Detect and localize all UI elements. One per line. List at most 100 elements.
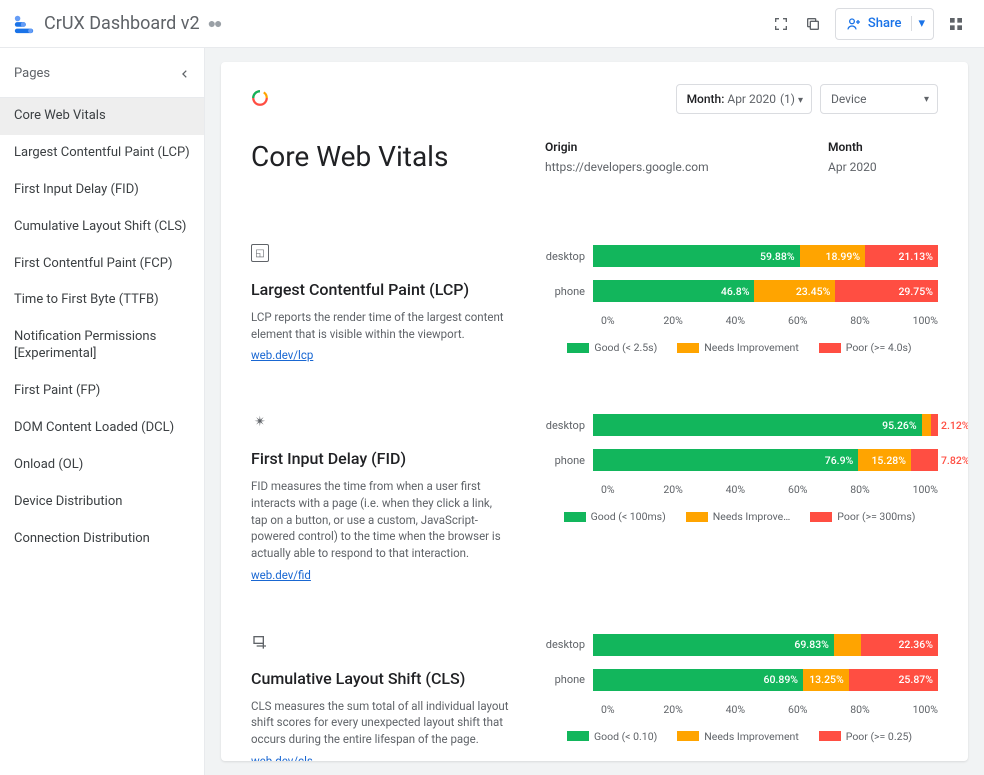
axis-tick: 20% [663, 703, 725, 716]
axis-tick: 80% [850, 314, 912, 327]
legend-item: Poor (>= 300ms) [810, 510, 915, 523]
metric-section-lcp: ◱Largest Contentful Paint (LCP)LCP repor… [251, 244, 938, 363]
stacked-bar-chart: desktop59.88%18.99%21.13%phone46.8%23.45… [541, 244, 938, 354]
axis-tick: 60% [788, 703, 850, 716]
metric-title: Cumulative Layout Shift (CLS) [251, 669, 511, 688]
legend-item: Poor (>= 0.25) [819, 730, 912, 743]
sidebar-item[interactable]: Onload (OL) [0, 447, 204, 484]
legend-swatch-icon [810, 512, 832, 522]
apps-grid-button[interactable] [940, 8, 972, 40]
device-filter-label: Device [831, 92, 867, 106]
x-axis: 0%20%40%60%80%100% [601, 483, 938, 496]
bar-category-label: phone [541, 454, 593, 467]
legend-label: Good (< 0.10) [594, 730, 657, 743]
legend-swatch-icon [567, 343, 589, 353]
bar-segment-ni: 15.28% [858, 449, 911, 471]
chart-legend: Good (< 2.5s) Needs Improvement Poor (>= 4… [541, 341, 938, 354]
sidebar-item[interactable]: First Paint (FP) [0, 373, 204, 410]
metric-section-fid: ✴First Input Delay (FID)FID measures the… [251, 413, 938, 582]
collapse-sidebar-button[interactable] [180, 64, 190, 83]
chart-legend: Good (< 100ms) Needs Improve… Poor (>= 300… [541, 510, 938, 523]
stacked-bar-chart: desktop95.26%2.12%phone76.9%15.28%7.82%0… [541, 413, 938, 523]
cls-icon [251, 633, 269, 651]
sidebar: Pages Core Web VitalsLargest Contentful … [0, 48, 205, 775]
metric-link[interactable]: web.dev/lcp [251, 348, 313, 362]
legend-swatch-icon [819, 731, 841, 741]
app-title: CrUX Dashboard v2 [44, 13, 200, 34]
legend-label: Needs Improvement [704, 341, 799, 354]
bar-segment-poor: 21.13% [865, 245, 938, 267]
sidebar-nav: Core Web VitalsLargest Contentful Paint … [0, 98, 204, 558]
bar-track: 60.89%13.25%25.87% [593, 669, 938, 691]
bar-segment-good: 95.26% [593, 414, 922, 436]
bar-category-label: phone [541, 673, 593, 686]
bar-segment-poor: 29.75% [835, 280, 938, 302]
axis-tick: 100% [913, 703, 938, 716]
sidebar-item[interactable]: Connection Distribution [0, 521, 204, 558]
origin-value: https://developers.google.com [545, 160, 778, 174]
metric-desc: FID measures the time from when a user f… [251, 478, 511, 561]
bar-segment-good: 59.88% [593, 245, 800, 267]
sidebar-item[interactable]: DOM Content Loaded (DCL) [0, 410, 204, 447]
copy-button[interactable] [797, 8, 829, 40]
more-people-icon: ●● [208, 15, 221, 32]
bar-category-label: desktop [541, 250, 593, 263]
axis-tick: 100% [913, 314, 938, 327]
sidebar-item[interactable]: First Contentful Paint (FCP) [0, 246, 204, 283]
bar-segment-good: 46.8% [593, 280, 754, 302]
axis-tick: 0% [601, 703, 663, 716]
bar-segment-ni: 13.25% [803, 669, 849, 691]
metric-desc: CLS measures the sum total of all indivi… [251, 698, 511, 748]
bar-segment-good: 69.83% [593, 634, 834, 656]
legend-item: Good (< 100ms) [564, 510, 666, 523]
dropdown-arrow-icon: ▾ [924, 94, 929, 105]
bar-segment-ni: 18.99% [800, 245, 866, 267]
bar-category-label: desktop [541, 638, 593, 651]
legend-item: Good (< 2.5s) [567, 341, 657, 354]
bar-category-label: desktop [541, 419, 593, 432]
bar-segment-poor: 22.36% [861, 634, 938, 656]
page-title: Core Web Vitals [251, 140, 521, 174]
bar-segment-ni: 23.45% [754, 280, 835, 302]
month-label: Month [828, 140, 938, 154]
metric-title: Largest Contentful Paint (LCP) [251, 280, 511, 299]
legend-swatch-icon [567, 731, 589, 741]
sidebar-item[interactable]: Notification Permissions [Experimental] [0, 319, 204, 373]
legend-label: Poor (>= 4.0s) [846, 341, 912, 354]
axis-tick: 100% [913, 483, 938, 496]
month-filter-value: Apr 2020 [727, 92, 776, 106]
bar-segment-ni [922, 414, 931, 436]
sidebar-item[interactable]: Time to First Byte (TTFB) [0, 282, 204, 319]
crux-logo-icon [251, 89, 271, 109]
metric-link[interactable]: web.dev/cls [251, 754, 313, 761]
bar-segment-poor: 2.12% [931, 414, 938, 436]
bar-segment-good: 60.89% [593, 669, 803, 691]
sidebar-item[interactable]: Largest Contentful Paint (LCP) [0, 135, 204, 172]
sidebar-item[interactable]: Cumulative Layout Shift (CLS) [0, 209, 204, 246]
sidebar-item[interactable]: First Input Delay (FID) [0, 172, 204, 209]
device-filter[interactable]: Device ▾ [820, 84, 938, 114]
sidebar-item[interactable]: Device Distribution [0, 484, 204, 521]
share-dropdown-arrow[interactable]: ▾ [911, 16, 925, 31]
legend-label: Needs Improve… [713, 510, 791, 523]
bar-track: 69.83%7.8122.36% [593, 634, 938, 656]
stacked-bar-chart: desktop69.83%7.8122.36% phone60.89%13.25%… [541, 633, 938, 743]
fullscreen-button[interactable] [765, 8, 797, 40]
axis-tick: 40% [726, 703, 788, 716]
bar-segment-poor: 25.87% [849, 669, 938, 691]
share-button[interactable]: Share ▾ [835, 8, 934, 40]
legend-item: Poor (>= 4.0s) [819, 341, 912, 354]
metric-link[interactable]: web.dev/fid [251, 568, 311, 582]
bar-segment-good: 76.9% [593, 449, 858, 471]
metric-desc: LCP reports the render time of the large… [251, 309, 511, 342]
sidebar-title: Pages [14, 66, 50, 81]
month-filter[interactable]: Month: Apr 2020 (1) ▾ [676, 84, 812, 114]
x-axis: 0%20%40%60%80%100% [601, 703, 938, 716]
sidebar-item[interactable]: Core Web Vitals [0, 98, 204, 135]
bar-segment-ni: 7.81 [834, 634, 861, 656]
legend-label: Good (< 2.5s) [594, 341, 657, 354]
bar-track: 95.26% 2.12% [593, 414, 938, 436]
bar-track: 46.8%23.45%29.75% [593, 280, 938, 302]
axis-tick: 0% [601, 314, 663, 327]
legend-item: Needs Improve… [686, 510, 791, 523]
